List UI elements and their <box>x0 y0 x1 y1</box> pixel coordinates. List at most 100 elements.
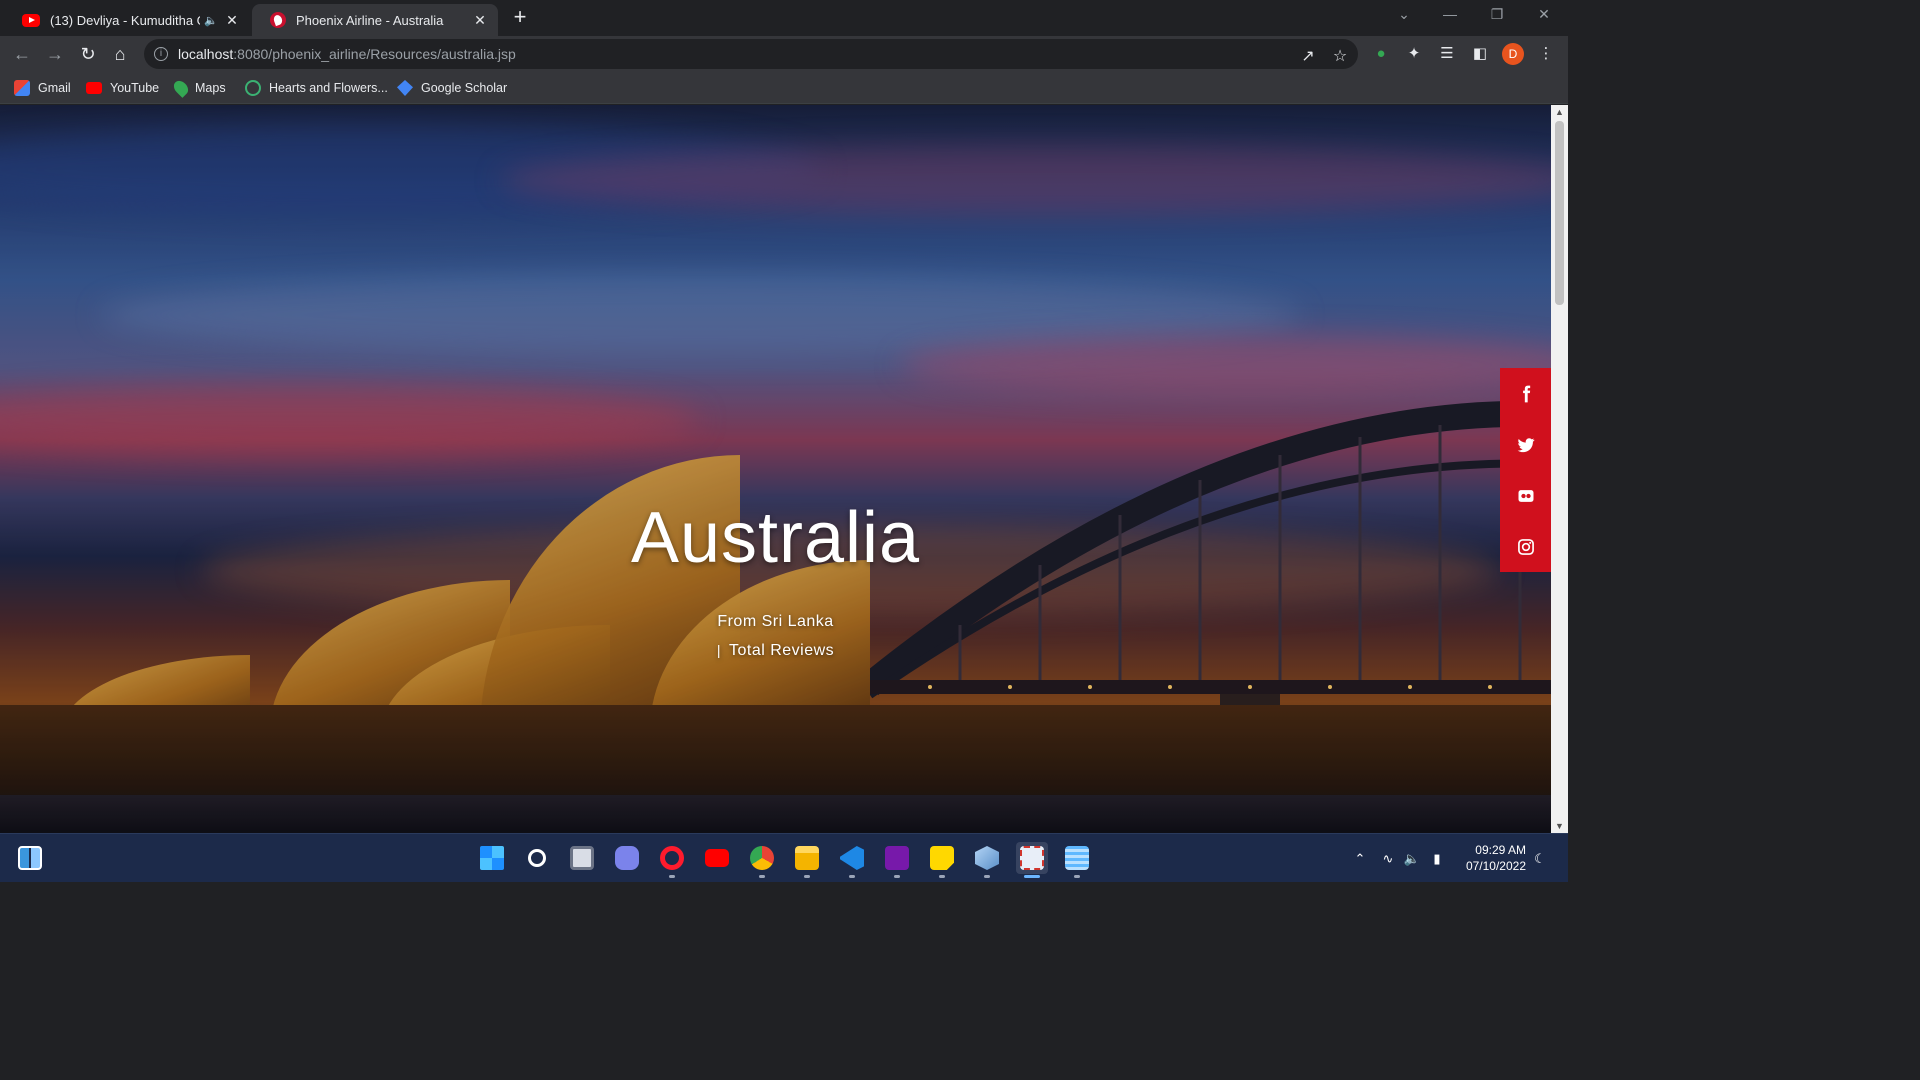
opera-app[interactable] <box>656 842 688 878</box>
minimize-button[interactable]: — <box>1438 6 1462 26</box>
close-icon[interactable]: ✕ <box>224 12 240 29</box>
volume-icon[interactable]: 🔈 <box>1403 850 1421 868</box>
extension-icon[interactable]: ● <box>1370 43 1392 65</box>
restore-button[interactable]: ❐ <box>1485 6 1509 26</box>
chrome-icon <box>750 846 774 870</box>
search-icon <box>528 849 546 867</box>
url-host: localhost <box>178 46 234 62</box>
cube-icon <box>975 846 999 870</box>
youtube-icon <box>22 13 40 27</box>
onenote-icon <box>885 846 909 870</box>
share-icon[interactable]: ↗ <box>1298 46 1318 66</box>
notepad-icon <box>1065 846 1089 870</box>
tab-strip: (13) Devliya - Kumuditha Gur 🔈 ✕ Phoenix… <box>0 0 1568 36</box>
sticky-notes-icon <box>930 846 954 870</box>
tab-title: Phoenix Airline - Australia <box>296 12 444 28</box>
bookmark-maps[interactable]: Maps <box>171 78 226 98</box>
social-sidebar <box>1500 368 1551 572</box>
youtube-icon <box>705 849 729 867</box>
scroll-down-arrow[interactable]: ▼ <box>1551 819 1568 833</box>
new-tab-button[interactable]: + <box>508 6 532 30</box>
instagram-icon[interactable] <box>1500 521 1551 572</box>
page-scrollbar[interactable]: ▲ ▼ <box>1551 105 1568 833</box>
clock-time[interactable]: 09:29 AM <box>1460 843 1526 857</box>
clock-date[interactable]: 07/10/2022 <box>1460 859 1526 873</box>
search-button[interactable] <box>521 842 553 874</box>
phoenix-airline-icon <box>270 12 286 28</box>
close-icon[interactable]: ✕ <box>472 12 488 29</box>
windows-taskbar: ⌃ ∿ 🔈 ▮ 09:29 AM 07/10/2022 ☾ <box>0 833 1568 882</box>
vscode-app[interactable] <box>836 842 868 878</box>
gmail-icon <box>14 80 30 96</box>
start-button[interactable] <box>476 842 508 874</box>
bookmark-label: Hearts and Flowers... <box>269 81 388 95</box>
focus-moon-icon[interactable]: ☾ <box>1531 850 1549 868</box>
site-info-icon[interactable]: i <box>154 47 168 61</box>
forward-button[interactable]: → <box>43 42 67 66</box>
browser-toolbar: ← → ↻ ⌂ i localhost :8080/phoenix_airlin… <box>0 36 1568 72</box>
separator: | <box>716 642 721 658</box>
flickr-icon[interactable] <box>1500 470 1551 521</box>
extensions-puzzle-icon[interactable]: ✦ <box>1403 43 1425 65</box>
menu-kebab-icon[interactable]: ⋮ <box>1535 43 1557 65</box>
opera-icon <box>660 846 684 870</box>
youtube-app[interactable] <box>701 842 733 874</box>
widgets-button[interactable] <box>14 842 46 874</box>
tab-phoenix-airline[interactable]: Phoenix Airline - Australia ✕ <box>252 4 498 36</box>
bookmark-youtube[interactable]: YouTube <box>86 78 159 98</box>
media-controls-icon[interactable]: ☰ <box>1436 43 1458 65</box>
notepad-app[interactable] <box>1061 842 1093 878</box>
bookmarks-bar: Gmail YouTube Maps Hearts and Flowers...… <box>0 72 1568 104</box>
bookmark-label: YouTube <box>110 81 160 95</box>
twitter-icon[interactable] <box>1500 419 1551 470</box>
youtube-icon <box>86 82 102 94</box>
task-view-icon <box>570 846 594 870</box>
teams-chat-button[interactable] <box>611 842 643 874</box>
snipping-tool-icon <box>1020 846 1044 870</box>
bookmark-google-scholar[interactable]: Google Scholar <box>397 78 507 98</box>
sticky-notes-app[interactable] <box>926 842 958 878</box>
snipping-tool-app[interactable] <box>1016 842 1048 878</box>
folder-icon <box>795 846 819 870</box>
window-close-button[interactable]: ✕ <box>1532 6 1556 26</box>
widgets-icon <box>18 846 42 870</box>
facebook-icon[interactable] <box>1500 368 1551 419</box>
bookmark-hearts-and-flowers[interactable]: Hearts and Flowers... <box>245 78 388 98</box>
file-explorer-app[interactable] <box>791 842 823 878</box>
side-panel-icon[interactable]: ◧ <box>1469 43 1491 65</box>
hero-reviews: | Total Reviews <box>0 642 1551 660</box>
address-bar[interactable]: i localhost :8080/phoenix_airline/Resour… <box>144 39 1358 69</box>
chrome-app[interactable] <box>746 842 778 878</box>
page-viewport: Australia From Sri Lanka | Total Reviews <box>0 105 1551 833</box>
hero-subtitle: From Sri Lanka <box>717 613 834 630</box>
speaker-icon[interactable]: 🔈 <box>204 14 218 27</box>
total-reviews-label[interactable]: Total Reviews <box>729 642 834 659</box>
onenote-app[interactable] <box>881 842 913 878</box>
virtualbox-app[interactable] <box>971 842 1003 878</box>
url-path: :8080/phoenix_airline/Resources/australi… <box>233 46 516 62</box>
home-button[interactable]: ⌂ <box>108 42 132 66</box>
tab-youtube[interactable]: (13) Devliya - Kumuditha Gur 🔈 ✕ <box>4 4 250 36</box>
reload-button[interactable]: ↻ <box>76 42 100 66</box>
task-view-button[interactable] <box>566 842 598 874</box>
scroll-up-arrow[interactable]: ▲ <box>1551 105 1568 119</box>
page-title: Australia <box>630 498 921 578</box>
chat-icon <box>615 846 639 870</box>
bookmark-star-icon[interactable]: ☆ <box>1330 46 1350 66</box>
scholar-icon <box>397 80 413 96</box>
vscode-icon <box>840 846 864 870</box>
tab-search-icon[interactable]: ⌄ <box>1392 6 1416 26</box>
profile-avatar[interactable]: D <box>1502 43 1524 65</box>
bookmark-label: Google Scholar <box>421 81 508 95</box>
wifi-icon[interactable]: ∿ <box>1379 850 1397 868</box>
bookmark-label: Gmail <box>38 81 71 95</box>
bookmark-label: Maps <box>195 81 226 95</box>
scroll-thumb[interactable] <box>1555 121 1564 305</box>
maps-icon <box>171 78 191 98</box>
windows-start-icon <box>480 846 504 870</box>
battery-icon[interactable]: ▮ <box>1428 850 1446 868</box>
chevron-up-icon[interactable]: ⌃ <box>1351 850 1369 868</box>
bookmark-gmail[interactable]: Gmail <box>14 78 71 98</box>
bookmark-globe-icon <box>245 80 261 96</box>
back-button[interactable]: ← <box>10 42 34 66</box>
